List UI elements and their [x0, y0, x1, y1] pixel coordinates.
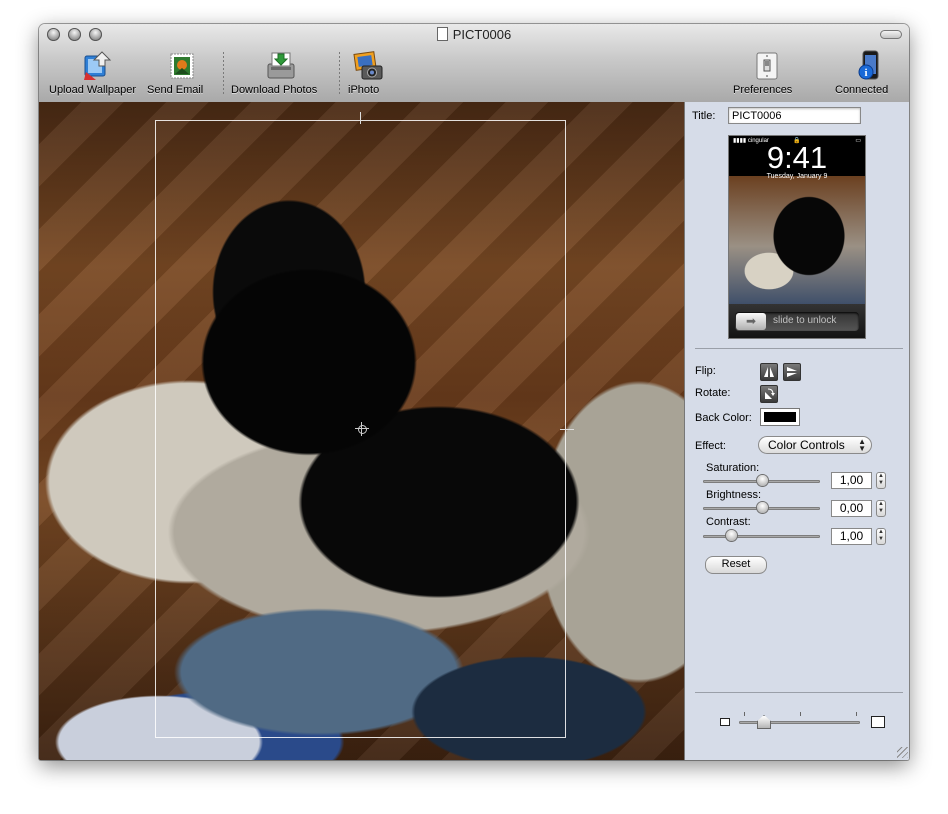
zoom-control: [685, 702, 909, 742]
iphoto-icon: [352, 50, 384, 82]
flip-label: Flip:: [695, 365, 716, 377]
saturation-stepper[interactable]: ▲ ▼: [876, 472, 886, 489]
document-icon: [436, 27, 448, 41]
download-photos-button[interactable]: Download Photos: [231, 50, 331, 96]
slide-arrow-icon: ➡: [736, 313, 766, 330]
contrast-stepper[interactable]: ▲ ▼: [876, 528, 886, 545]
effect-popup[interactable]: Color Controls ▲ ▼: [758, 436, 872, 454]
zoom-out-icon[interactable]: [720, 718, 730, 726]
slide-to-unlock-text: slide to unlock: [773, 315, 837, 326]
download-photos-icon: [265, 50, 297, 82]
toolbar-separator: [339, 52, 340, 94]
zoom-tick: [800, 712, 801, 716]
flip-horizontal-button[interactable]: [760, 363, 778, 381]
brightness-label: Brightness:: [706, 489, 762, 501]
saturation-label: Saturation:: [706, 462, 760, 474]
upload-wallpaper-icon: [80, 50, 112, 82]
preview-time: 9:41: [766, 140, 828, 175]
flip-horizontal-icon: [764, 367, 774, 377]
send-email-button[interactable]: Send Email: [147, 50, 217, 96]
brightness-slider-thumb[interactable]: [756, 502, 768, 513]
zoom-tick: [744, 712, 745, 716]
iphoto-button[interactable]: iPhoto: [348, 50, 388, 96]
back-color-well[interactable]: [760, 408, 800, 426]
preview-date: Tuesday, January 9: [766, 173, 828, 180]
flip-vertical-button[interactable]: [783, 363, 801, 381]
crop-center-crosshair[interactable]: [355, 422, 369, 436]
back-color-swatch: [764, 412, 796, 422]
toolbar-separator: [223, 52, 224, 94]
title-field[interactable]: PICT0006: [728, 107, 861, 124]
light-switch-icon: [751, 50, 783, 82]
iphone-preview: ▮▮▮▮ cingular 🔒 ▭ 9:41 Tuesday, January …: [728, 135, 866, 339]
inspector-panel: Title: PICT0006 ▮▮▮▮ cingular 🔒 ▭ 9:41 T…: [684, 102, 909, 760]
zoom-in-icon[interactable]: [871, 716, 885, 728]
app-window: PICT0006 Upload Wallpaper Send Email Dow…: [39, 24, 909, 760]
divider: [695, 348, 903, 349]
postage-stamp-icon: [166, 50, 198, 82]
window-title: PICT0006: [39, 27, 909, 42]
brightness-stepper[interactable]: ▲ ▼: [876, 500, 886, 517]
connected-status[interactable]: i Connected: [835, 50, 905, 96]
zoom-tick: [856, 712, 857, 716]
popup-arrows-icon: ▲ ▼: [858, 437, 866, 453]
title-label: Title:: [692, 110, 716, 122]
contrast-slider-thumb[interactable]: [726, 530, 738, 541]
image-canvas[interactable]: [39, 102, 684, 760]
resize-grip-icon[interactable]: [897, 747, 908, 758]
back-color-label: Back Color:: [695, 412, 752, 424]
flip-vertical-icon: [787, 367, 797, 377]
crop-handle-right[interactable]: [560, 429, 574, 430]
preferences-button[interactable]: Preferences: [733, 50, 801, 96]
preview-unlock-bar: ➡ slide to unlock: [729, 304, 865, 338]
rotate-button[interactable]: [760, 385, 778, 403]
crop-handle-top[interactable]: [360, 112, 361, 124]
divider: [695, 692, 903, 693]
rotate-label: Rotate:: [695, 387, 731, 399]
zoom-slider-thumb[interactable]: [757, 715, 771, 729]
reset-button[interactable]: Reset: [705, 556, 767, 574]
svg-text:i: i: [864, 67, 867, 79]
contrast-label: Contrast:: [706, 516, 751, 528]
saturation-field[interactable]: 1,00: [831, 472, 872, 489]
effect-label: Effect:: [695, 440, 726, 452]
preview-photo: [729, 176, 865, 304]
upload-wallpaper-button[interactable]: Upload Wallpaper: [49, 50, 143, 96]
contrast-field[interactable]: 1,00: [831, 528, 872, 545]
brightness-field[interactable]: 0,00: [831, 500, 872, 517]
rotate-icon: [765, 388, 775, 399]
title-bar: PICT0006 Upload Wallpaper Send Email Dow…: [39, 24, 909, 103]
saturation-slider[interactable]: [703, 475, 820, 487]
contrast-slider[interactable]: [703, 530, 820, 542]
iphone-info-icon: i: [854, 50, 886, 82]
saturation-slider-thumb[interactable]: [756, 475, 768, 486]
brightness-slider[interactable]: [703, 502, 820, 514]
